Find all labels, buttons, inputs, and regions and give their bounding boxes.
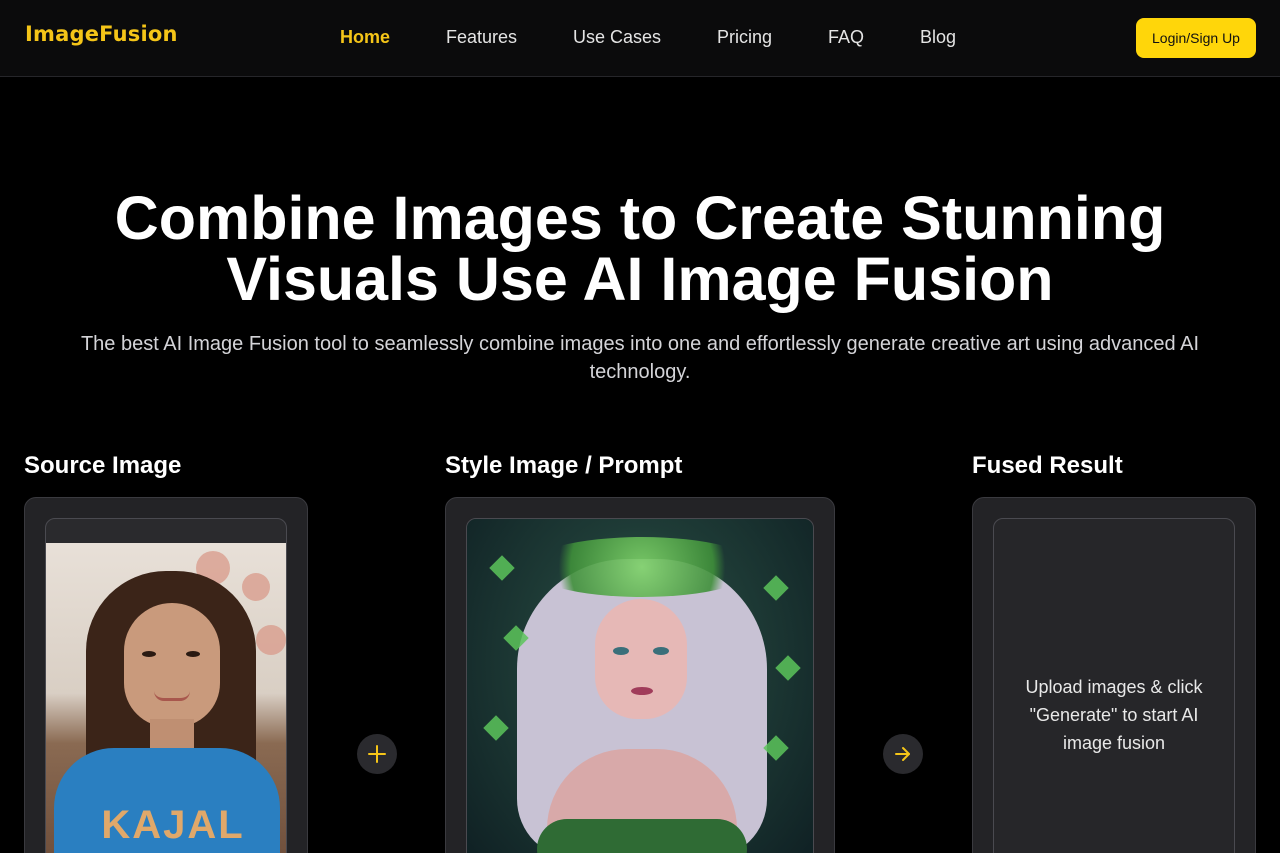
hero-title-line-1: Combine Images to Create Stunning (114, 184, 1166, 252)
page: ImageFusion Home Features Use Cases Pric… (0, 0, 1280, 853)
hero-title-line-2: Visuals Use AI Image Fusion (226, 245, 1054, 313)
style-image-panel (445, 497, 835, 853)
generate-arrow-button[interactable] (883, 734, 923, 774)
source-image-title: Source Image (24, 452, 182, 479)
nav-use-cases[interactable]: Use Cases (573, 27, 661, 48)
hero-subtitle: The best AI Image Fusion tool to seamles… (80, 333, 1200, 383)
source-image-dropzone[interactable]: KAJAL (45, 518, 287, 853)
logo[interactable]: ImageFusion (25, 22, 178, 46)
arrow-right-icon (895, 747, 910, 761)
login-signup-button[interactable]: Login/Sign Up (1136, 18, 1256, 58)
nav-home[interactable]: Home (340, 27, 390, 48)
hero-title: Combine Images to Create Stunning Visual… (0, 188, 1280, 310)
top-navbar: ImageFusion Home Features Use Cases Pric… (0, 0, 1280, 77)
fused-result-title: Fused Result (972, 452, 1123, 479)
shirt-text: KAJAL (101, 803, 245, 847)
plus-icon (368, 745, 386, 763)
style-image-title: Style Image / Prompt (445, 452, 683, 479)
nav-pricing[interactable]: Pricing (717, 27, 772, 48)
source-image-panel: KAJAL (24, 497, 308, 853)
source-image-preview: KAJAL (46, 543, 286, 853)
nav-features[interactable]: Features (446, 27, 517, 48)
fused-result-panel: Upload images & click "Generate" to star… (972, 497, 1256, 853)
style-image-dropzone[interactable] (466, 518, 814, 853)
nav-faq[interactable]: FAQ (828, 27, 864, 48)
fused-result-placeholder: Upload images & click "Generate" to star… (1025, 677, 1203, 753)
add-image-button[interactable] (357, 734, 397, 774)
fused-result-area: Upload images & click "Generate" to star… (993, 518, 1235, 853)
nav-blog[interactable]: Blog (920, 27, 956, 48)
style-image-preview (467, 519, 813, 853)
